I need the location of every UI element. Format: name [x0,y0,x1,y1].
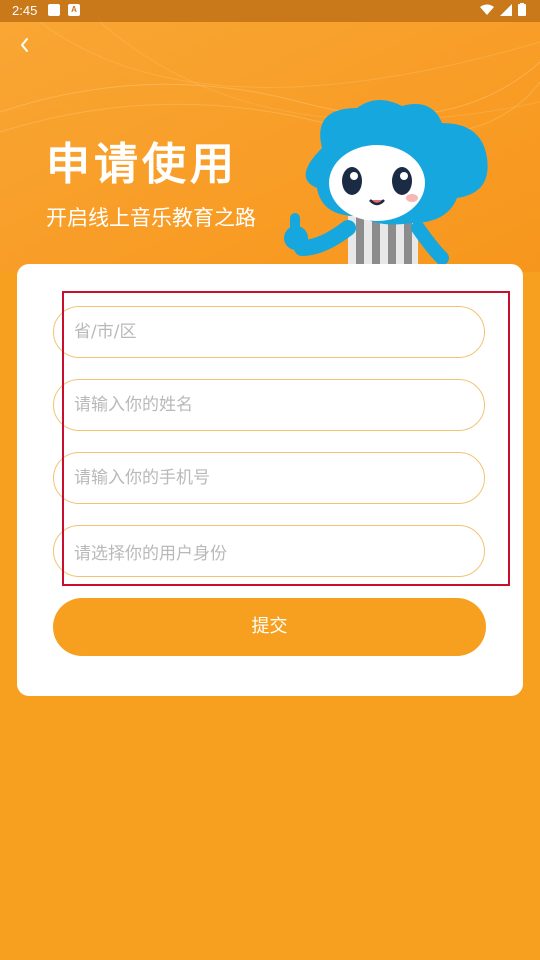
identity-select[interactable]: 请选择你的用户身份 [53,525,485,577]
status-icons [480,3,526,16]
name-input[interactable] [53,379,485,431]
identity-select-placeholder: 请选择你的用户身份 [74,543,227,564]
battery-icon [518,3,526,16]
status-time: 2:45 [12,3,38,18]
status-bar: 2:45 A [0,0,540,22]
signal-icon [500,3,512,16]
back-button[interactable] [14,32,36,58]
page-title: 申请使用 [46,139,238,190]
chevron-left-icon [21,38,28,52]
notification-a-icon: A [68,4,80,16]
mascot-illustration [284,99,488,268]
region-input[interactable] [53,306,485,358]
page-subtitle: 开启线上音乐教育之路 [46,206,256,230]
wifi-icon [480,4,494,15]
notification-icon [48,4,60,16]
phone-input[interactable] [53,452,485,504]
submit-button[interactable]: 提交 [53,598,486,656]
